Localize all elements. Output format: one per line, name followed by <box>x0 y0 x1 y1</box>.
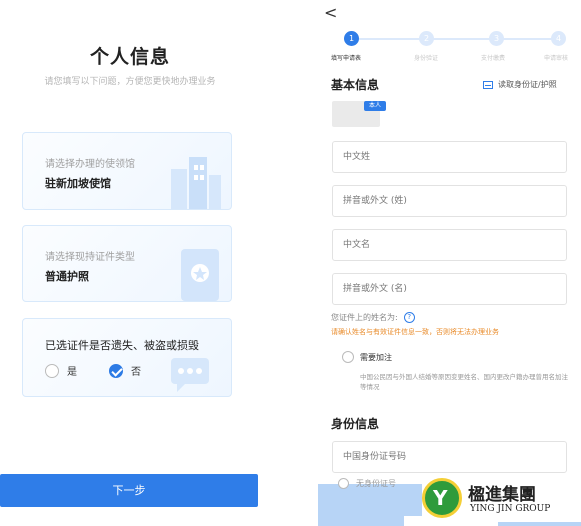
progress-steps: 1 2 3 4 填写申请表 身份验证 支付缴费 申请审核 <box>328 31 578 62</box>
embassy-value: 驻新加坡使馆 <box>45 177 111 190</box>
id-card-icon <box>483 80 493 89</box>
step-1-dot: 1 <box>344 31 359 46</box>
read-id-label: 读取身份证/护照 <box>498 80 557 89</box>
logo-emblem-icon: Y <box>422 478 462 518</box>
radio-no-checked[interactable] <box>109 363 123 378</box>
name-on-document-label: 您证件上的姓名为: <box>331 313 398 322</box>
add-name-note: 中国公民因与外国人结婚等原因变更姓名、国内更改户籍办理曾用名加注等情况 <box>360 373 568 391</box>
name-warning: 请确认姓名与有效证件信息一致，否则将无法办理业务 <box>331 328 499 336</box>
step-3-label: 支付缴费 <box>481 55 506 62</box>
step-2-label: 身份验证 <box>414 55 439 62</box>
foreign-given-name-field[interactable]: 拼音或外文 (名) <box>332 273 567 305</box>
add-name-option[interactable]: 需要加注 <box>342 351 392 363</box>
no-id-radio[interactable] <box>338 478 349 489</box>
embassy-hint: 请选择办理的使领馆 <box>45 159 135 170</box>
option-yes[interactable]: 是 <box>45 363 77 378</box>
back-icon[interactable]: < <box>324 3 337 22</box>
read-id-link[interactable]: 读取身份证/护照 <box>483 79 557 90</box>
embassy-select-card[interactable]: 请选择办理的使领馆 驻新加坡使馆 <box>22 132 232 210</box>
step-3-dot: 3 <box>489 31 504 46</box>
passport-icon <box>181 249 219 301</box>
document-type-card[interactable]: 请选择现持证件类型 普通护照 <box>22 225 232 302</box>
doc-type-value: 普通护照 <box>45 270 89 283</box>
id-number-field[interactable]: 中国身份证号码 <box>332 441 567 473</box>
add-name-label: 需要加注 <box>360 352 392 362</box>
radio-yes[interactable] <box>45 363 59 378</box>
section-identity-info: 身份信息 <box>331 417 380 431</box>
chat-bubble-icon <box>171 358 209 392</box>
help-icon[interactable]: ? <box>403 312 415 323</box>
cn-given-name-field[interactable]: 中文名 <box>332 229 567 261</box>
app-screen: 个人信息 请您填写以下问题，方便您更快地办理业务 请选择办理的使领馆 驻新加坡使… <box>0 0 581 526</box>
lost-status-card: 已选证件是否遗失、被盗或损毁 是 否 <box>22 318 232 397</box>
no-id-label: 无身份证号 <box>356 479 396 488</box>
doc-type-hint: 请选择现持证件类型 <box>45 252 135 263</box>
step-1-label: 填写申请表 <box>331 55 362 62</box>
logo-chinese-text: 楹進集團 <box>468 485 536 505</box>
add-name-radio[interactable] <box>342 351 354 363</box>
step-4-dot: 4 <box>551 31 566 46</box>
step-2-dot: 2 <box>419 31 434 46</box>
logo-english-text: YING JIN GROUP <box>470 504 551 514</box>
next-button[interactable]: 下一步 <box>0 474 258 507</box>
page-title: 个人信息 <box>89 46 170 68</box>
steps-line <box>344 38 564 40</box>
option-no[interactable]: 否 <box>109 363 141 378</box>
application-form-screen: < 1 2 3 4 填写申请表 身份验证 支付缴费 申请审核 基本信息 读取身份… <box>318 0 581 526</box>
step-4-label: 申请审核 <box>544 55 569 62</box>
self-badge: 本人 <box>364 101 386 111</box>
watermark-logo: Y 楹進集團 YING JIN GROUP <box>422 478 581 522</box>
foreign-surname-field[interactable]: 拼音或外文 (姓) <box>332 185 567 217</box>
personal-info-screen: 个人信息 请您填写以下问题，方便您更快地办理业务 请选择办理的使领馆 驻新加坡使… <box>0 0 270 526</box>
page-subtitle: 请您填写以下问题，方便您更快地办理业务 <box>44 77 216 87</box>
cn-surname-field[interactable]: 中文姓 <box>332 141 567 173</box>
building-icon <box>171 157 221 209</box>
section-basic-info: 基本信息 <box>331 78 380 92</box>
option-yes-label: 是 <box>67 367 77 378</box>
name-on-document: 您证件上的姓名为: ? <box>331 312 415 323</box>
option-no-label: 否 <box>131 367 141 378</box>
